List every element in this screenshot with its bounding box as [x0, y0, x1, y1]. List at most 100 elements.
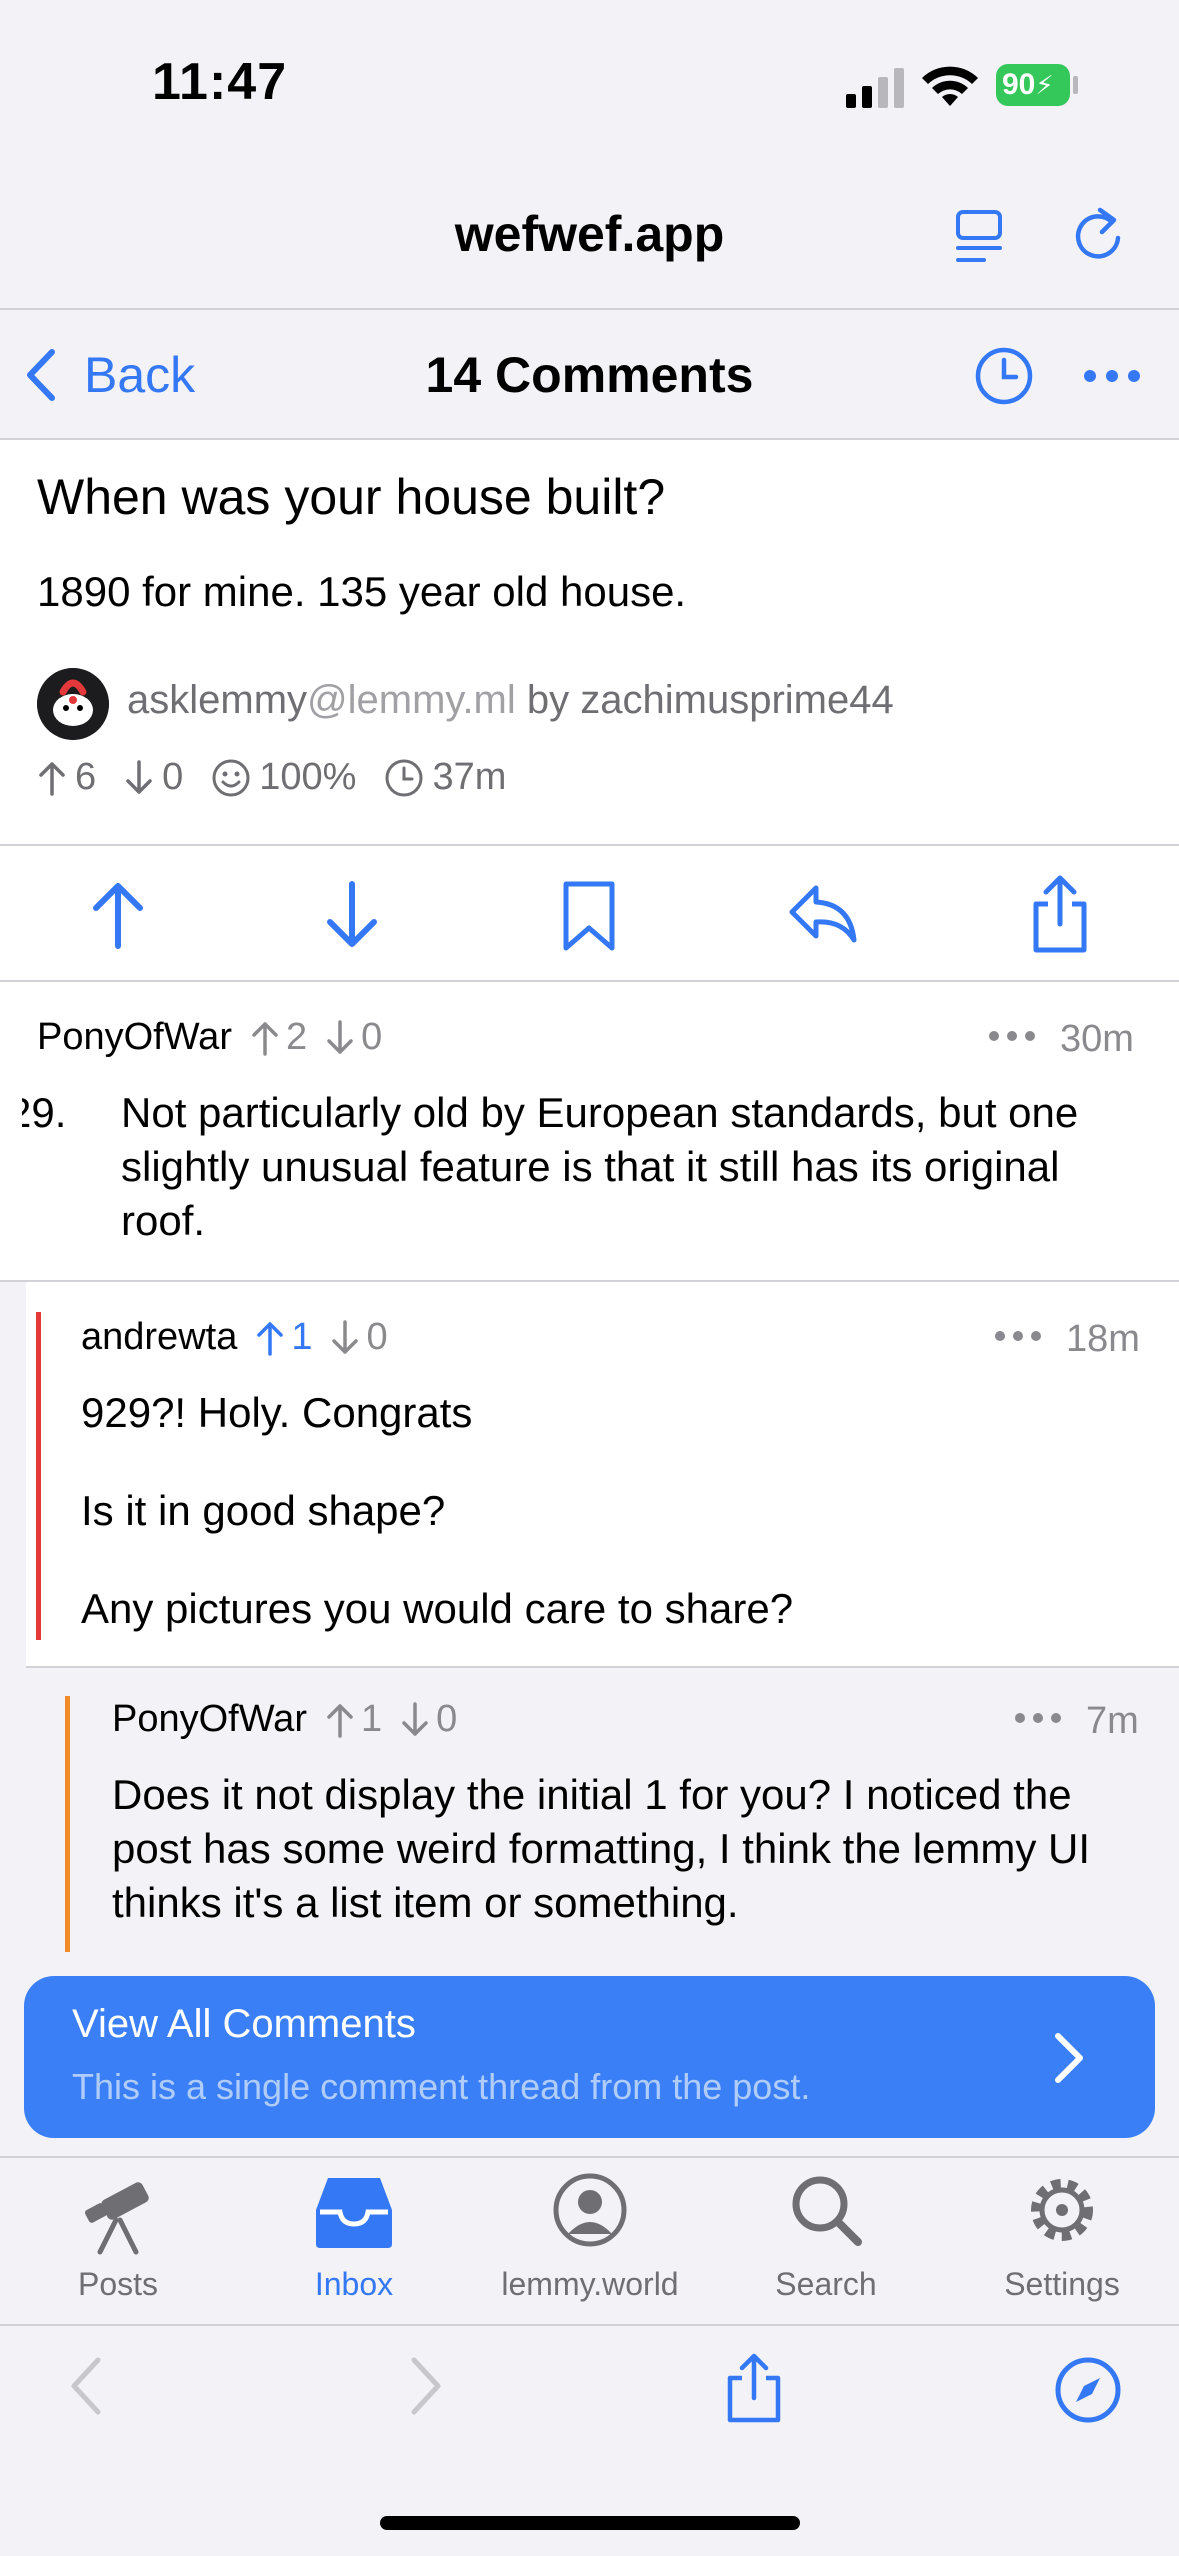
comment-reply[interactable]: andrewta 1 0 18m 929?! Holy. Congrats Is…	[26, 1282, 1179, 1668]
tab-bar: Posts Inbox lemmy.world Search Settings	[0, 2156, 1179, 2324]
thread-line-orange	[65, 1696, 70, 1952]
inbox-icon	[316, 2178, 392, 2248]
tab-inbox[interactable]: Inbox	[236, 2158, 472, 2326]
arrow-up-icon	[39, 761, 65, 796]
reload-icon[interactable]	[1072, 204, 1128, 264]
comment-header: andrewta 1 0	[81, 1316, 388, 1359]
post-downvotes: 0	[124, 756, 183, 799]
community-name[interactable]: asklemmy	[127, 678, 307, 722]
telescope-icon	[84, 2182, 149, 2255]
search-icon	[792, 2176, 862, 2246]
post-stats: 6 0 100% 37m	[37, 756, 534, 799]
comment-more-icon[interactable]	[1014, 1712, 1062, 1724]
tab-label: Inbox	[314, 2266, 394, 2302]
comment-downvote-count: 0	[436, 1698, 458, 1740]
view-all-comments-button[interactable]: View All Comments This is a single comme…	[24, 1976, 1155, 2138]
nav-bar: Back 14 Comments	[0, 310, 1179, 440]
tab-label: Posts	[77, 2266, 159, 2302]
tab-settings[interactable]: Settings	[944, 2158, 1179, 2326]
comment-author[interactable]: PonyOfWar	[37, 1016, 232, 1059]
comment-text: Not particularly old by European standar…	[121, 1089, 1079, 1244]
upvote-button[interactable]	[88, 880, 148, 950]
chevron-right-icon	[1055, 2033, 1083, 2083]
comment-downvotes: 0	[400, 1698, 457, 1741]
post-card: When was your house built? 1890 for mine…	[0, 440, 1179, 844]
arrow-down-icon	[402, 1701, 428, 1736]
status-time: 11:47	[152, 53, 288, 111]
share-button[interactable]	[1030, 874, 1090, 954]
comment-header: PonyOfWar 2 0	[37, 1016, 382, 1059]
tab-posts[interactable]: Posts	[0, 2158, 236, 2326]
tab-label: Settings	[1004, 2266, 1120, 2302]
tab-account[interactable]: lemmy.world	[472, 2158, 708, 2326]
browser-url-bar[interactable]: wefwef.app	[0, 160, 1179, 310]
post-age: 37m	[384, 756, 506, 799]
post-upvote-count: 6	[75, 756, 97, 798]
community-avatar[interactable]	[37, 668, 109, 740]
comment-upvotes: 2	[250, 1016, 307, 1059]
comment-author[interactable]: PonyOfWar	[112, 1698, 307, 1741]
arrow-down-icon	[332, 1319, 359, 1354]
comment-age: 7m	[1086, 1700, 1139, 1742]
account-icon	[553, 2173, 627, 2247]
arrow-up-icon	[252, 1021, 278, 1056]
view-all-title: View All Comments	[72, 2002, 416, 2046]
comment[interactable]: PonyOfWar 2 0 30m 29. Not particularly o…	[0, 982, 1179, 1282]
wifi-icon	[922, 66, 978, 106]
browser-back-icon[interactable]	[68, 2356, 104, 2416]
post-title: When was your house built?	[37, 469, 666, 525]
arrow-down-icon	[126, 759, 152, 794]
comment-paragraph: 929?! Holy. Congrats	[81, 1389, 473, 1436]
comment-downvote-count: 0	[366, 1316, 388, 1358]
comment-author[interactable]: andrewta	[81, 1316, 237, 1359]
comment-downvote-count: 0	[361, 1016, 383, 1058]
reply-button[interactable]	[786, 882, 858, 946]
post-meta: asklemmy@lemmy.ml by zachimusprime44	[127, 678, 894, 723]
post-downvote-count: 0	[162, 756, 184, 798]
clock-icon[interactable]	[974, 346, 1034, 406]
post-author[interactable]: zachimusprime44	[580, 678, 893, 722]
comment-upvote-count: 1	[360, 1698, 383, 1740]
reader-icon[interactable]	[954, 208, 1004, 264]
tab-label: lemmy.world	[501, 2266, 679, 2302]
post-upvotes: 6	[37, 756, 96, 799]
comment-text: Does it not display the initial 1 for yo…	[112, 1771, 1091, 1926]
gear-icon	[1031, 2179, 1093, 2241]
bookmark-button[interactable]	[560, 880, 618, 952]
comment-upvotes: 1	[255, 1316, 312, 1359]
comment-downvotes: 0	[330, 1316, 388, 1359]
battery-level: 90	[1002, 68, 1036, 101]
more-icon[interactable]	[1082, 368, 1142, 384]
post-body: 1890 for mine. 135 year old house.	[37, 568, 687, 615]
lemmy-logo-icon	[37, 668, 109, 740]
comment-reply[interactable]: PonyOfWar 1 0 7m Does it not display the…	[52, 1668, 1179, 1960]
clock-small-icon	[385, 759, 423, 796]
browser-forward-icon[interactable]	[408, 2356, 444, 2416]
comment-age: 18m	[1066, 1318, 1140, 1360]
compass-icon[interactable]	[1054, 2356, 1122, 2424]
arrow-up-icon	[257, 1321, 284, 1356]
battery-cap	[1073, 76, 1078, 94]
post-action-bar	[0, 844, 1179, 982]
downvote-button[interactable]	[322, 880, 382, 950]
by-label: by	[526, 678, 570, 722]
battery-indicator: 90⚡	[996, 64, 1070, 106]
comment-more-icon[interactable]	[988, 1030, 1036, 1042]
status-bar: 11:47 90⚡	[0, 0, 1179, 160]
comment-age: 30m	[1060, 1018, 1134, 1060]
arrow-up-icon	[327, 1703, 353, 1738]
view-all-subtitle: This is a single comment thread from the…	[72, 2066, 811, 2107]
comment-more-icon[interactable]	[994, 1330, 1042, 1342]
tab-label: Search	[775, 2266, 877, 2302]
thread-line-red	[36, 1312, 41, 1640]
comment-downvotes: 0	[325, 1016, 382, 1059]
post-age-value: 37m	[432, 756, 507, 798]
signal-icon	[846, 68, 904, 108]
community-instance[interactable]: @lemmy.ml	[307, 678, 516, 722]
post-ratio-value: 100%	[259, 756, 357, 798]
tab-search[interactable]: Search	[708, 2158, 944, 2326]
browser-share-icon[interactable]	[724, 2352, 784, 2424]
comment-list-number: 29.	[22, 1089, 67, 1136]
comment-upvote-count: 2	[285, 1016, 308, 1058]
home-indicator	[380, 2516, 800, 2530]
